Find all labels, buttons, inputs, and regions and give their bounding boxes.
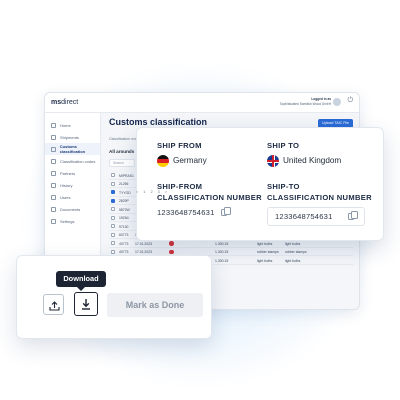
- row-checkbox[interactable]: [111, 207, 115, 211]
- search-input[interactable]: Search: [109, 159, 135, 167]
- row-checkbox[interactable]: [111, 215, 115, 220]
- row-checkbox[interactable]: [111, 173, 115, 177]
- copy-icon[interactable]: [348, 211, 358, 220]
- status-badge: [169, 249, 174, 254]
- pagination[interactable]: < 1 2 3 >: [136, 190, 167, 194]
- tag-icon: [51, 158, 56, 164]
- home-icon: [51, 122, 56, 128]
- row-checkbox[interactable]: [111, 190, 115, 194]
- clock-icon: [51, 182, 56, 188]
- sidebar-item-shipments[interactable]: Shipments: [45, 131, 100, 143]
- ship-from-classification-label: SHIP-FROM CLASSIFICATION NUMBER: [157, 182, 262, 202]
- ship-to-classification-number: 1233648754631: [275, 212, 333, 221]
- sidebar-item-customs-classification[interactable]: Customs classification: [45, 143, 100, 155]
- file-icon: [51, 206, 56, 212]
- user-info: Logged in as Sophisticated Swedish Wood …: [279, 97, 331, 106]
- gear-icon: [51, 218, 56, 224]
- sidebar-item-settings[interactable]: Settings: [45, 215, 100, 227]
- table-cell-id: 60773: [119, 233, 129, 237]
- download-button[interactable]: [74, 292, 98, 316]
- table-cell-id: 2829P: [119, 199, 129, 203]
- sidebar-item-users[interactable]: Users: [45, 191, 100, 203]
- table-cell-id: 19Z64: [119, 216, 129, 220]
- germany-flag-icon: [157, 155, 169, 167]
- row-checkbox[interactable]: [111, 181, 115, 186]
- ship-from-label: SHIP FROM: [157, 141, 202, 150]
- table-cell-value: 1,300.15: [215, 258, 229, 263]
- sidebar-item-classification-codes[interactable]: Classification codes: [45, 155, 100, 167]
- sidebar-item-documents[interactable]: Documents: [45, 203, 100, 215]
- upload-icon: [49, 301, 60, 311]
- upload-button[interactable]: [43, 294, 64, 315]
- table-cell-desc2: light bulbs: [285, 258, 301, 263]
- row-checkbox[interactable]: [111, 241, 115, 245]
- app-logo[interactable]: msdirect: [51, 99, 78, 106]
- table-cell-id: 5872W: [119, 207, 130, 212]
- top-bar: msdirect Logged in as Sophisticated Swed…: [45, 93, 359, 113]
- row-checkbox[interactable]: [111, 198, 115, 203]
- table-cell-id: TYYOD: [119, 190, 131, 195]
- table-cell-desc: rubber stamps: [257, 250, 279, 254]
- table-cell-id: 97130: [119, 224, 129, 229]
- table-cell-desc2: rubber stamps: [285, 250, 307, 254]
- avatar[interactable]: [333, 98, 341, 106]
- table-cell-id: 40773: [119, 250, 129, 254]
- box-icon: [51, 134, 56, 140]
- list-icon: [51, 146, 56, 152]
- table-cell-value: 1,300.15: [215, 250, 229, 254]
- records-count: All arounds: [109, 149, 135, 154]
- copy-icon[interactable]: [221, 207, 231, 216]
- table-cell-id: 2L256: [119, 182, 129, 186]
- download-card: Download Mark as Done: [16, 255, 212, 339]
- status-badge: [169, 241, 174, 246]
- ship-to-country: United Kingdom: [283, 156, 342, 165]
- table-cell-date: 17.01.2023: [135, 250, 152, 254]
- table-cell-id: MIPRAS1: [119, 173, 134, 178]
- table-cell-desc: light bulbs: [257, 241, 273, 246]
- uk-flag-icon: [267, 155, 279, 167]
- logout-icon[interactable]: ⏻: [347, 97, 353, 105]
- row-checkbox[interactable]: [111, 232, 115, 237]
- table-cell-id: 40773: [119, 241, 129, 246]
- table-cell-date: 17.01.2023: [135, 241, 152, 246]
- sidebar-item-history[interactable]: History: [45, 179, 100, 191]
- ship-from-country: Germany: [173, 156, 207, 165]
- table-cell-desc2: light bulbs: [285, 241, 301, 246]
- row-checkbox[interactable]: [111, 249, 115, 254]
- sidebar-item-partners[interactable]: Partners: [45, 167, 100, 179]
- table-cell-desc: light bulbs: [257, 258, 273, 263]
- ship-to-classification-label: SHIP-TO CLASSIFICATION NUMBER: [267, 182, 372, 202]
- users-icon: [51, 170, 56, 176]
- download-icon: [82, 299, 90, 310]
- row-checkbox[interactable]: [111, 224, 115, 228]
- page-title: Customs classification: [109, 117, 208, 127]
- ship-details-card: SHIP FROM Germany SHIP TO United Kingdom…: [136, 127, 384, 241]
- user-icon: [51, 194, 56, 200]
- mark-as-done-button[interactable]: Mark as Done: [107, 293, 203, 317]
- sidebar-item-home[interactable]: Home: [45, 119, 100, 131]
- ship-from-classification-number: 1233648754631: [157, 208, 215, 217]
- ship-to-label: SHIP TO: [267, 141, 300, 150]
- download-tooltip: Download: [56, 271, 106, 291]
- table-cell-value: 1,300.15: [215, 241, 229, 246]
